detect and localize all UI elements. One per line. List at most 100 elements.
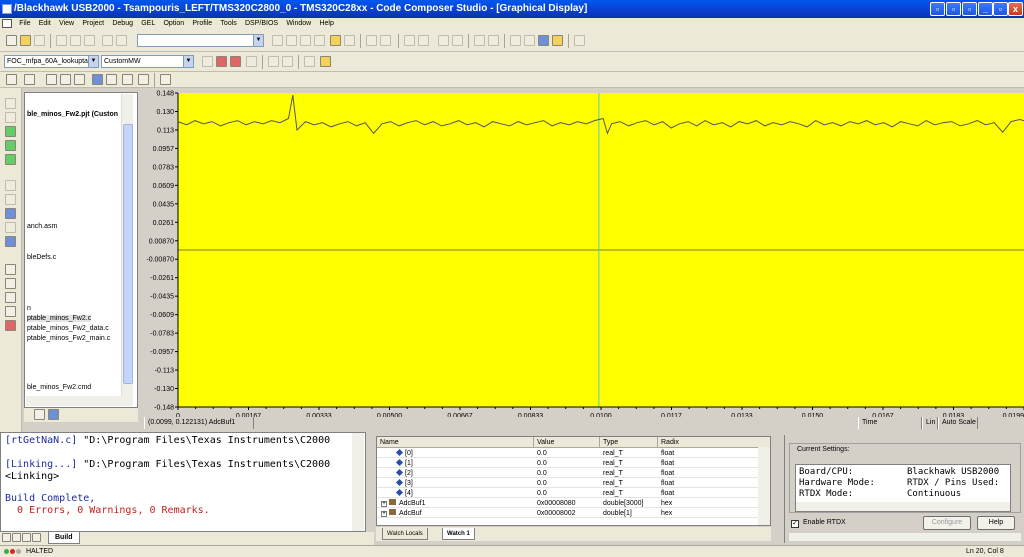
bookmark-next-icon[interactable] — [344, 35, 355, 46]
graph-properties-icon[interactable] — [106, 74, 117, 85]
image-view-icon[interactable] — [122, 74, 133, 85]
menu-edit[interactable]: Edit — [36, 18, 54, 30]
tree-item[interactable]: ble_minos_Fw2.cmd — [27, 384, 91, 391]
bookmark-tab-icon[interactable] — [48, 409, 59, 420]
watch-row[interactable]: [3] 0.0 real_T float — [377, 478, 770, 488]
mixed-mode-icon[interactable] — [574, 35, 585, 46]
project-file[interactable]: ble_minos_Fw2.pjt (Custon — [27, 111, 118, 118]
tab-build[interactable]: Build — [48, 532, 80, 544]
find-in-files-icon[interactable] — [314, 35, 325, 46]
expand-icon[interactable]: + — [381, 511, 387, 517]
watch-value[interactable]: 0x00008080 — [537, 499, 576, 508]
watch-value[interactable]: 0.0 — [537, 469, 547, 478]
close-button[interactable]: x — [1008, 2, 1023, 16]
settings-horizontal-scrollbar[interactable] — [796, 502, 1010, 511]
asm-step-icon[interactable] — [5, 180, 16, 191]
find-combo[interactable]: ▼ — [137, 34, 264, 47]
step-over-icon[interactable] — [5, 112, 16, 123]
call-stack-icon[interactable] — [60, 74, 71, 85]
config-combo[interactable]: CustomMW ▼ — [101, 55, 194, 68]
watch-header-radix[interactable]: Radix — [658, 437, 770, 448]
tree-item[interactable]: ptable_minos_Fw2_main.c — [27, 335, 110, 342]
watch-icon[interactable] — [5, 292, 16, 303]
watch-row[interactable]: [1] 0.0 real_T float — [377, 458, 770, 468]
nav-first-icon[interactable] — [2, 533, 11, 542]
copy-icon[interactable] — [70, 35, 81, 46]
build-vertical-scrollbar[interactable] — [352, 433, 364, 531]
memory-window-icon[interactable] — [24, 74, 35, 85]
mdi-icon-1[interactable]: ▫ — [930, 2, 945, 16]
project-horizontal-scrollbar[interactable] — [26, 396, 122, 406]
project-combo[interactable]: FOC_mfpa_60A_lookuptal ▼ — [4, 55, 99, 68]
enable-rtdx-checkbox[interactable]: ✓ — [791, 520, 799, 528]
maximize-button[interactable]: ▫ — [993, 2, 1008, 16]
minimize-button[interactable]: _ — [978, 2, 993, 16]
tab-watch-locals[interactable]: Watch Locals — [382, 528, 428, 540]
register-window-icon[interactable] — [6, 74, 17, 85]
menu-debug[interactable]: Debug — [109, 18, 136, 30]
mdi-icon-3[interactable]: ▫ — [962, 2, 977, 16]
watch-row[interactable]: [0] 0.0 real_T float — [377, 448, 770, 458]
run-to-cursor-icon[interactable] — [5, 140, 16, 151]
watch-add-icon[interactable] — [538, 35, 549, 46]
watch-row[interactable]: + AdcBuf1 0x00008080 double[3000] hex — [377, 499, 770, 508]
menu-tools[interactable]: Tools — [217, 18, 239, 30]
graph-icon[interactable] — [92, 74, 103, 85]
mdi-icon-2[interactable]: ▫ — [946, 2, 961, 16]
quick-watch-icon[interactable] — [552, 35, 563, 46]
tree-item[interactable]: n — [27, 305, 31, 312]
cut-icon[interactable] — [56, 35, 67, 46]
tree-item[interactable]: ptable_minos_Fw2.c — [27, 315, 92, 322]
menu-view[interactable]: View — [56, 18, 77, 30]
menu-option[interactable]: Option — [160, 18, 187, 30]
watch-row[interactable]: [2] 0.0 real_T float — [377, 468, 770, 478]
tab-watch-1[interactable]: Watch 1 — [442, 528, 475, 540]
find-next-icon[interactable] — [286, 35, 297, 46]
project-vertical-scrollbar[interactable] — [121, 94, 133, 406]
step-over-icon[interactable] — [524, 35, 535, 46]
file-view-tab-icon[interactable] — [34, 409, 45, 420]
outdent-icon[interactable] — [418, 35, 429, 46]
open-folder-icon[interactable] — [20, 35, 31, 46]
nav-last-icon[interactable] — [32, 533, 41, 542]
tree-item[interactable]: ptable_minos_Fw2_data.c — [27, 325, 109, 332]
watch-header-name[interactable]: Name — [377, 437, 534, 448]
help-context-icon[interactable] — [380, 35, 391, 46]
disassembly-icon[interactable] — [46, 74, 57, 85]
build-icon[interactable] — [216, 56, 227, 67]
configure-button[interactable]: Configure — [923, 516, 971, 530]
chevron-down-icon[interactable]: ▼ — [88, 56, 98, 67]
expand-icon[interactable]: + — [381, 501, 387, 507]
run-icon[interactable] — [268, 56, 279, 67]
redo-icon[interactable] — [116, 35, 127, 46]
watch-value[interactable]: 0x00008002 — [537, 509, 576, 518]
save-icon[interactable] — [34, 35, 45, 46]
run-icon[interactable] — [5, 208, 16, 219]
watch-row[interactable]: [4] 0.0 real_T float — [377, 488, 770, 498]
stop-build-icon[interactable] — [246, 56, 257, 67]
call-stack-icon[interactable] — [5, 306, 16, 317]
watch-value[interactable]: 0.0 — [537, 459, 547, 468]
menu-dspbios[interactable]: DSP/BIOS — [242, 18, 281, 30]
indent-icon[interactable] — [404, 35, 415, 46]
step-into-icon[interactable] — [5, 98, 16, 109]
menu-file[interactable]: File — [16, 18, 33, 30]
graph-canvas[interactable]: 0.148 0.130 0.113 0.0957 0.0783 0.0609 0.0435 0… — [142, 88, 1024, 430]
toggle-breakpoint-icon[interactable] — [438, 35, 449, 46]
new-file-icon[interactable] — [6, 35, 17, 46]
breakpoint-icon[interactable] — [5, 320, 16, 331]
watch-value[interactable]: 0.0 — [537, 489, 547, 498]
profiler-icon[interactable] — [160, 74, 171, 85]
watch-value[interactable]: 0.0 — [537, 479, 547, 488]
nav-next-icon[interactable] — [22, 533, 31, 542]
document-icon[interactable] — [2, 19, 12, 28]
halt-icon[interactable] — [282, 56, 293, 67]
undo-icon[interactable] — [102, 35, 113, 46]
step-out-icon[interactable] — [5, 126, 16, 137]
tree-item[interactable]: anch.asm — [27, 223, 57, 230]
animate-icon[interactable] — [304, 56, 315, 67]
menu-gel[interactable]: GEL — [138, 18, 158, 30]
print-icon[interactable] — [366, 35, 377, 46]
probe-point-icon[interactable] — [474, 35, 485, 46]
paste-icon[interactable] — [84, 35, 95, 46]
